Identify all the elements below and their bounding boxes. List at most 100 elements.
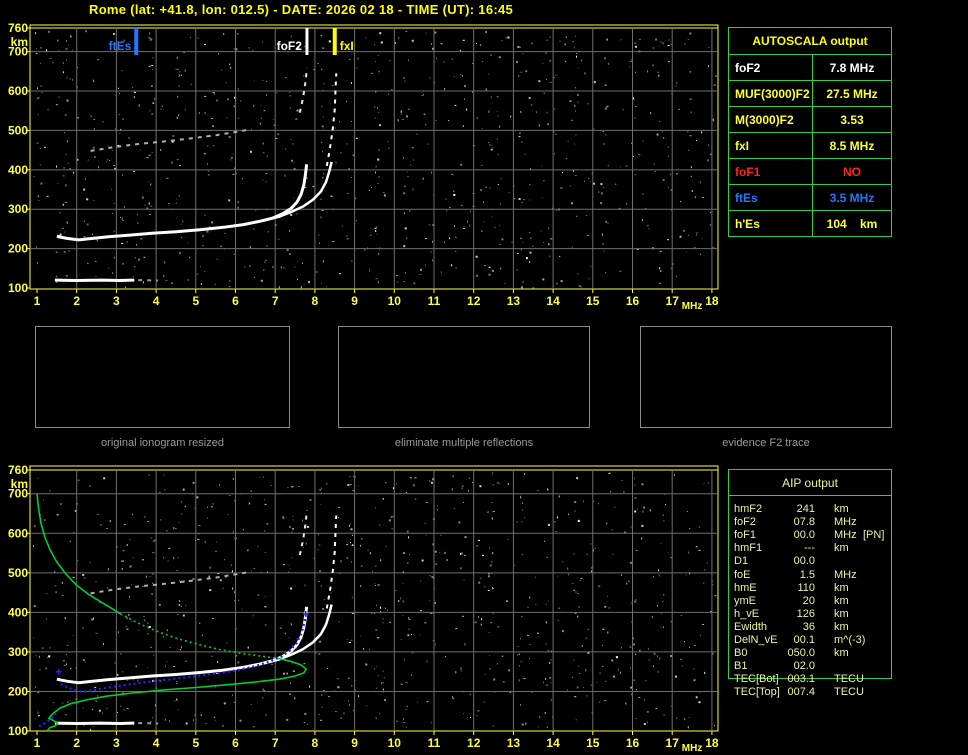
y-tick-label: 760	[8, 21, 28, 35]
panel-eliminate-multiples	[338, 326, 590, 428]
x-tick-label: 12	[467, 736, 481, 750]
trace-profile-topside	[36, 493, 121, 615]
x-tick-label: 8	[312, 294, 319, 308]
y-tick-label: 400	[8, 163, 28, 177]
trace-hop-tail-extraordinary	[325, 515, 338, 609]
x-tick-label: 3	[113, 736, 120, 750]
chart-border	[29, 24, 719, 290]
y-axis-unit: km	[11, 477, 28, 491]
x-tick-label: 9	[351, 736, 358, 750]
param-value: 050.0	[787, 647, 815, 660]
aip-table-row: foF1 00.0 MHz [PN]	[729, 529, 893, 542]
param-value: 1.5	[799, 568, 815, 581]
param-value: 36	[802, 620, 815, 633]
panel-evidence-f2	[640, 326, 892, 428]
param-unit: TECU	[834, 673, 864, 686]
bottom-profile-chart: 760700600500400300200100km1 2 3 4 5 6 7 8 9 10 11 1…	[8, 463, 719, 754]
y-tick-label: 200	[8, 684, 28, 698]
aip-table-row: DelN_vE 00.1 m^(-3)	[729, 634, 893, 647]
x-tick-label: 17	[666, 736, 680, 750]
param-unit: km	[834, 503, 849, 515]
y-tick-label: 100	[8, 281, 28, 295]
x-tick-label: 2	[73, 736, 80, 750]
panel-original-ionogram	[35, 326, 290, 428]
aip-table-row: foF2 07.8 MHz	[729, 516, 893, 529]
param-value: 3.53	[812, 107, 891, 132]
aip-table-row: Ewidth 36 km	[729, 621, 893, 634]
ftEs-marker-label: ftEs	[109, 39, 132, 53]
aip-table-row: TEC[Top] 007.4 TECU	[729, 686, 893, 699]
param-value: 003.1	[787, 673, 815, 686]
param-unit: km	[834, 581, 849, 594]
param-value: 110	[797, 581, 815, 594]
trace-profile-peak-and-bottomside	[47, 657, 308, 732]
aip-table-row: hmF2 241 km	[729, 503, 893, 516]
autoscala-table-row: foF1 NO	[729, 158, 891, 184]
param-label: foF2	[734, 516, 757, 529]
trace-hop-tail-ordinary	[298, 68, 308, 113]
param-label: foF1	[735, 164, 761, 179]
x-tick-label: 9	[351, 294, 358, 308]
param-unit: TECU	[834, 686, 864, 699]
param-value: 07.8	[793, 516, 815, 529]
x-tick-label: 1	[34, 736, 41, 750]
param-unit: MHz	[834, 516, 857, 529]
trace-hop-tail-extraordinary	[325, 73, 338, 167]
autoscala-table-header: AUTOSCALA output	[729, 28, 891, 55]
x-tick-label: 7	[272, 294, 279, 308]
param-label: MUF(3000)F2	[735, 86, 810, 101]
param-value: NO	[812, 159, 891, 184]
param-value: 27.5 MHz	[812, 81, 891, 106]
y-axis-unit: km	[11, 35, 28, 49]
x-tick-label: 13	[507, 736, 521, 750]
x-axis-unit: MHz	[682, 301, 703, 312]
aip-output-table: AIP output hmF2 241 km foF2 07.8 MHz foF1 00.0 M…	[728, 469, 893, 698]
aip-table-row: D1 00.0	[729, 555, 893, 568]
y-tick-label: 400	[8, 605, 28, 619]
x-tick-label: 18	[705, 736, 719, 750]
param-unit: km	[834, 607, 849, 620]
y-tick-label: 600	[8, 84, 28, 98]
x-tick-label: 11	[428, 294, 441, 308]
aip-table-row: B0 050.0 km	[729, 647, 893, 660]
y-tick-label: 500	[8, 566, 28, 580]
param-label: fxI	[735, 138, 750, 153]
foF2-marker-label: foF2	[277, 39, 303, 53]
y-tick-label: 300	[8, 202, 28, 216]
param-unit: m^(-3)	[834, 634, 866, 646]
x-tick-label: 18	[705, 294, 719, 308]
param-label: foF1	[734, 529, 757, 542]
noise-speckle	[33, 30, 717, 289]
x-tick-label: 8	[312, 736, 319, 750]
x-tick-label: 6	[232, 294, 239, 308]
param-unit: km	[834, 542, 849, 555]
param-label: B0	[734, 647, 748, 660]
param-value: 00.1	[793, 634, 815, 646]
x-tick-label: 1	[34, 294, 41, 308]
panel-caption: original ionogram resized	[101, 437, 224, 449]
x-tick-label: 15	[586, 294, 600, 308]
param-label: h_vE	[734, 607, 760, 620]
aip-table-row: hmE 110 km	[729, 582, 893, 595]
param-unit: km	[834, 647, 849, 660]
x-tick-label: 17	[666, 294, 680, 308]
x-tick-label: 14	[546, 736, 560, 750]
aip-table-row: foE 1.5 MHz	[729, 569, 893, 582]
x-tick-label: 11	[428, 736, 441, 750]
param-label: foF2	[735, 60, 761, 75]
trace-second-hop	[90, 570, 252, 595]
param-value: 126	[796, 607, 815, 620]
x-tick-label: 5	[192, 294, 199, 308]
param-value: 007.4	[787, 686, 815, 699]
param-value: 3.5 MHz	[812, 185, 891, 210]
trace-f2-ordinary	[56, 164, 309, 242]
param-value: 20	[802, 594, 815, 607]
param-label: Ewidth	[734, 620, 768, 633]
x-tick-label: 3	[113, 294, 120, 308]
x-tick-label: 16	[626, 736, 640, 750]
trace-hop-tail-ordinary	[298, 510, 308, 556]
param-value: 00.0	[793, 555, 815, 568]
autoscala-table-row: MUF(3000)F2 27.5 MHz	[729, 80, 891, 106]
y-tick-label: 500	[8, 123, 28, 137]
panel-caption: evidence F2 trace	[722, 437, 810, 449]
